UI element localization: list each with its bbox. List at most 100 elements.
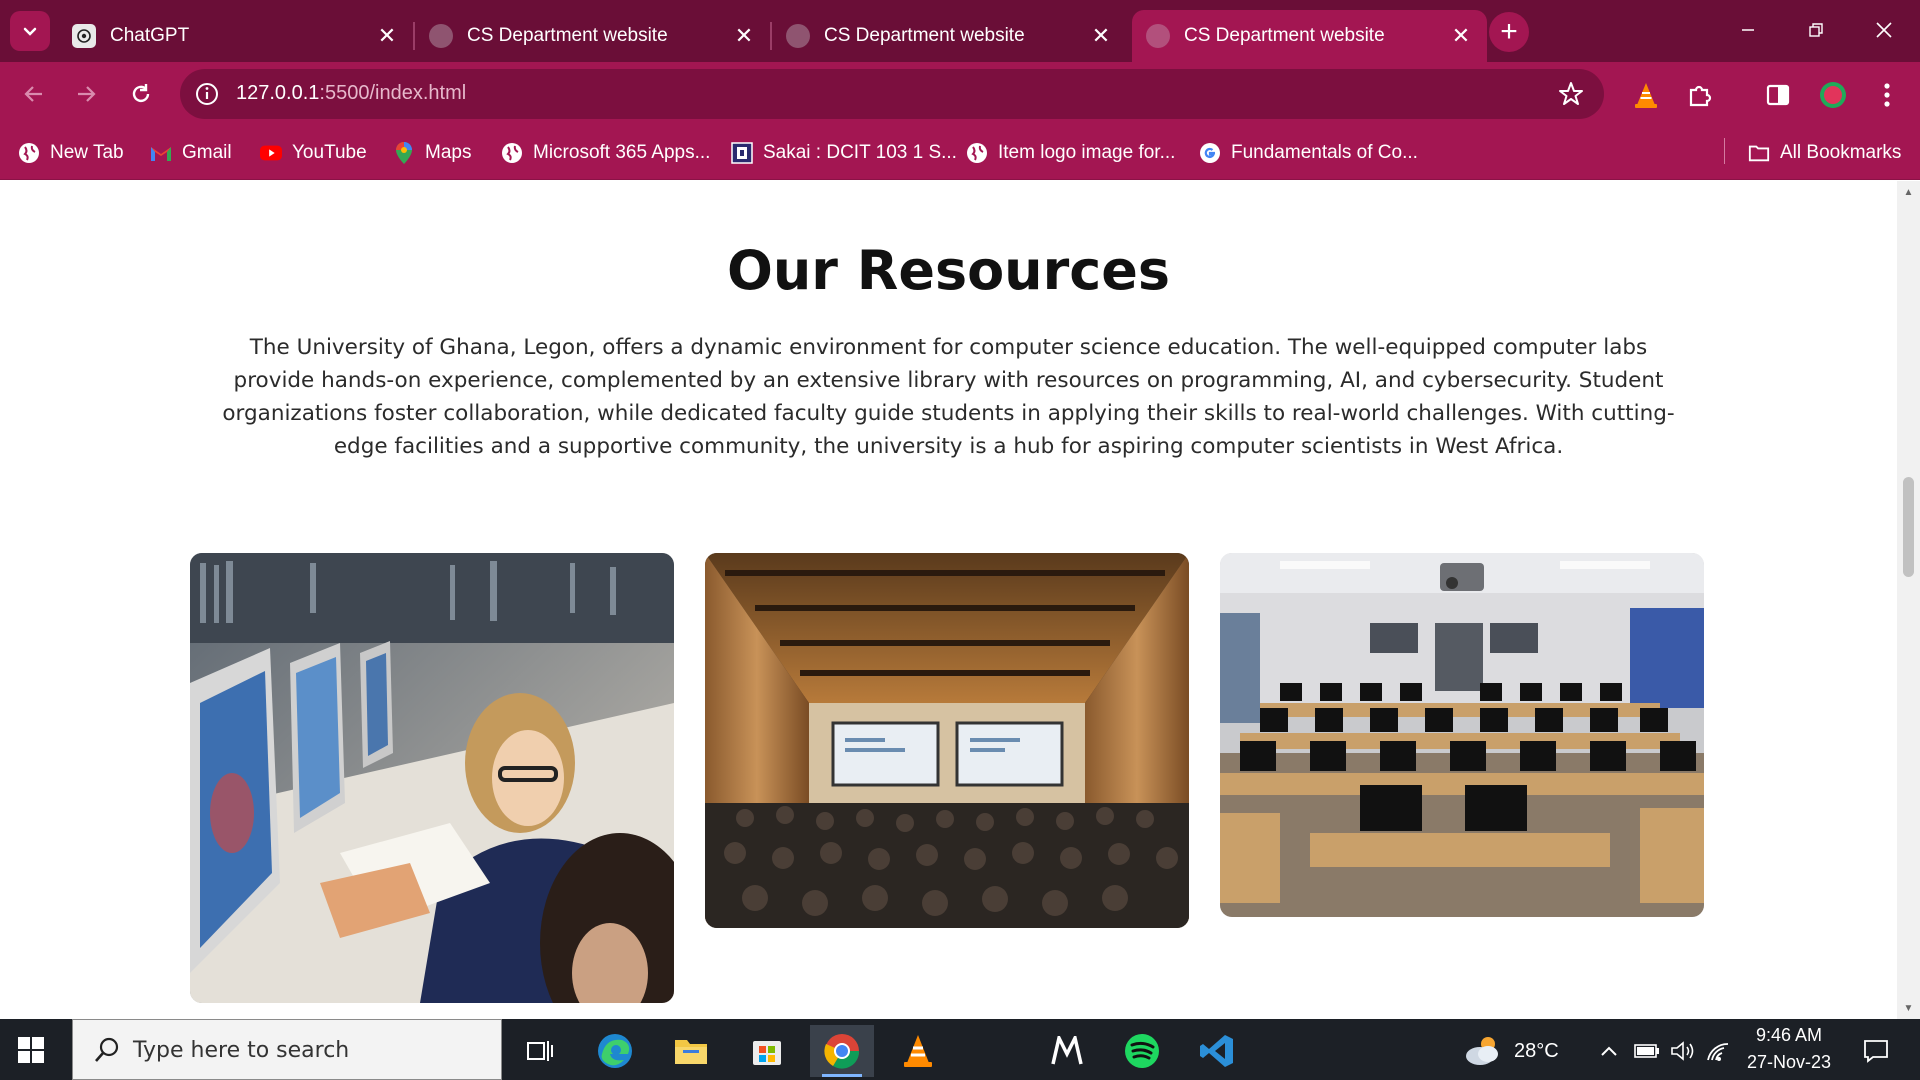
edge-icon — [598, 1034, 632, 1068]
section-title: Our Resources — [726, 239, 1171, 302]
scroll-up-arrow-icon[interactable]: ▲ — [1903, 187, 1914, 198]
profile-avatar[interactable] — [1818, 80, 1848, 110]
tab-cs-department-active[interactable]: CS Department website ✕ — [1132, 10, 1487, 62]
task-view-button[interactable] — [508, 1025, 572, 1077]
section-description: The University of Ghana, Legon, offers a… — [222, 335, 1675, 459]
battery-status[interactable] — [1630, 1025, 1664, 1077]
all-bookmarks-button[interactable]: All Bookmarks — [1748, 139, 1901, 167]
vlc-icon — [904, 1035, 932, 1067]
new-tab-button[interactable]: + — [1489, 12, 1529, 52]
tab-chatgpt[interactable]: ChatGPT ✕ — [58, 10, 413, 62]
scroll-down-arrow-icon[interactable]: ▼ — [1903, 1003, 1914, 1014]
m-app-icon — [1051, 1036, 1083, 1065]
url-text: 127.0.0.1:5500/index.html — [236, 82, 466, 105]
taskbar-vlc[interactable] — [886, 1025, 950, 1077]
plus-icon: + — [1500, 15, 1518, 48]
show-hidden-icons-button[interactable] — [1594, 1025, 1624, 1077]
arrow-left-icon — [24, 86, 42, 102]
lecture-hall-photo — [705, 553, 1189, 928]
taskbar-edge[interactable] — [583, 1025, 647, 1077]
close-icon[interactable]: ✕ — [1089, 23, 1113, 48]
wifi-icon — [1707, 1043, 1729, 1061]
globe-icon — [1146, 24, 1170, 48]
tab-cs-department-1[interactable]: CS Department website ✕ — [415, 10, 770, 62]
back-button[interactable] — [14, 74, 54, 114]
url-host: 127.0.0.1 — [236, 82, 320, 104]
tab-search-button[interactable] — [10, 11, 50, 51]
bookmark-item-logo[interactable]: Item logo image for... — [966, 139, 1175, 167]
tab-cs-department-2[interactable]: CS Department website ✕ — [772, 10, 1127, 62]
maps-icon — [393, 142, 415, 164]
address-bar[interactable]: 127.0.0.1:5500/index.html — [180, 69, 1604, 119]
battery-icon — [1634, 1044, 1659, 1058]
start-button[interactable] — [16, 1035, 46, 1065]
gmail-icon — [150, 142, 172, 164]
bookmark-maps[interactable]: Maps — [393, 139, 471, 167]
close-icon — [1876, 22, 1892, 38]
bookmark-new-tab[interactable]: New Tab — [18, 139, 124, 167]
sakai-icon — [731, 142, 753, 164]
taskbar-vscode[interactable] — [1185, 1025, 1249, 1077]
spotify-icon — [1125, 1034, 1159, 1068]
window-close-button[interactable] — [1862, 12, 1906, 48]
clock-time[interactable]: 9:46 AM — [1746, 1025, 1832, 1046]
side-panel-icon[interactable] — [1763, 80, 1793, 110]
restore-button[interactable] — [1794, 12, 1838, 48]
taskbar-file-explorer[interactable] — [659, 1025, 723, 1077]
taskbar-search-box[interactable]: Type here to search — [72, 1019, 502, 1080]
globe-icon — [966, 142, 988, 164]
weather-temperature: 28°C — [1514, 1039, 1559, 1062]
minimize-icon — [1742, 29, 1754, 31]
close-icon[interactable]: ✕ — [1449, 23, 1473, 48]
info-icon[interactable] — [194, 81, 220, 107]
reload-button[interactable] — [121, 74, 161, 114]
close-icon[interactable]: ✕ — [375, 23, 399, 48]
chevron-up-icon — [1601, 1046, 1617, 1056]
youtube-icon — [260, 142, 282, 164]
network-status[interactable] — [1702, 1025, 1736, 1077]
bookmark-fundamentals[interactable]: Fundamentals of Co... — [1199, 139, 1418, 167]
bookmark-label: Item logo image for... — [998, 142, 1176, 163]
taskbar-spotify[interactable] — [1110, 1025, 1174, 1077]
windows-taskbar: Type here to search 28°C 9:46 AM 27-Nov-… — [0, 1019, 1920, 1080]
taskbar-microsoft-store[interactable] — [735, 1025, 799, 1077]
computer-lab-photo — [1220, 553, 1704, 917]
bookmark-youtube[interactable]: YouTube — [260, 139, 367, 167]
windows-logo-icon — [18, 1037, 44, 1063]
students-at-computers-photo — [190, 553, 674, 1003]
page-viewport: Our Resources The University of Ghana, L… — [0, 181, 1897, 1019]
globe-icon — [18, 142, 40, 164]
vscode-icon — [1200, 1035, 1233, 1067]
weather-widget[interactable]: 28°C — [1462, 1025, 1572, 1077]
taskbar-app-m[interactable] — [1035, 1025, 1099, 1077]
minimize-button[interactable] — [1726, 12, 1770, 48]
bookmarks-divider — [1724, 138, 1725, 164]
bookmark-label: Fundamentals of Co... — [1231, 142, 1418, 163]
bookmark-microsoft-365[interactable]: Microsoft 365 Apps... — [501, 139, 710, 167]
google-icon — [1199, 142, 1221, 164]
volume-control[interactable] — [1666, 1025, 1700, 1077]
bookmark-label: YouTube — [292, 142, 367, 163]
url-path: :5500/index.html — [319, 82, 467, 104]
arrow-right-icon — [78, 86, 96, 102]
bookmark-star-icon[interactable] — [1558, 81, 1584, 107]
scrollbar-thumb[interactable] — [1903, 477, 1914, 577]
globe-icon — [501, 142, 523, 164]
bookmark-sakai[interactable]: Sakai : DCIT 103 1 S... — [731, 139, 957, 167]
browser-toolbar: 127.0.0.1:5500/index.html — [0, 62, 1920, 126]
extensions-icon[interactable] — [1685, 80, 1715, 110]
forward-button[interactable] — [66, 74, 106, 114]
clock-date[interactable]: 27-Nov-23 — [1740, 1052, 1838, 1073]
tab-title: CS Department website — [824, 25, 1025, 46]
globe-icon — [786, 24, 810, 48]
bookmark-label: New Tab — [50, 142, 124, 163]
notification-center-button[interactable] — [1854, 1025, 1898, 1077]
taskbar-chrome[interactable] — [810, 1025, 874, 1077]
chatgpt-icon — [72, 24, 96, 48]
vlc-extension-icon[interactable] — [1631, 80, 1661, 110]
page-scrollbar[interactable]: ▲ ▼ — [1897, 181, 1920, 1019]
more-menu-icon[interactable] — [1872, 80, 1902, 110]
search-icon — [95, 1037, 119, 1062]
bookmark-gmail[interactable]: Gmail — [150, 139, 232, 167]
close-icon[interactable]: ✕ — [732, 23, 756, 48]
